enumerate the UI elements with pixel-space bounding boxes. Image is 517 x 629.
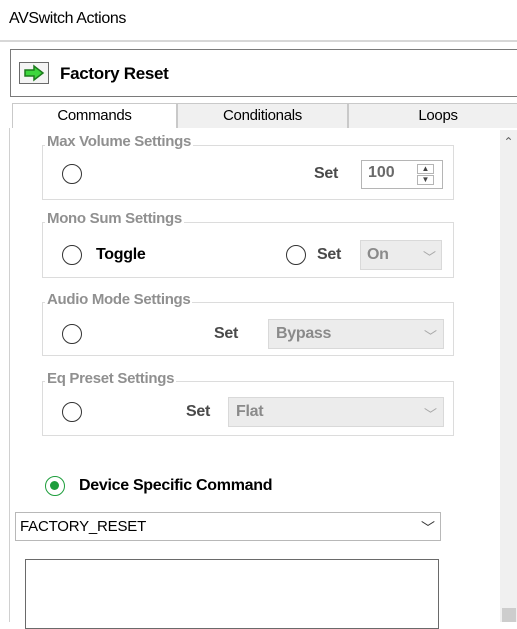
max-volume-set-label: Set xyxy=(314,165,338,182)
green-right-arrow-icon[interactable] xyxy=(19,62,49,84)
device-specific-radio[interactable] xyxy=(45,476,65,496)
spin-down-icon[interactable]: ▼ xyxy=(417,175,434,185)
chevron-down-icon[interactable]: ﹀ xyxy=(421,518,435,538)
mono-sum-set-radio[interactable] xyxy=(286,245,306,265)
action-name: Factory Reset xyxy=(60,64,169,83)
max-volume-legend: Max Volume Settings xyxy=(45,133,194,150)
eq-preset-radio[interactable] xyxy=(62,402,82,422)
radio-selected-dot xyxy=(50,481,59,490)
window-title: AVSwitch Actions xyxy=(9,10,126,27)
tab-conditionals[interactable]: Conditionals xyxy=(177,103,348,129)
eq-preset-set-label: Set xyxy=(186,403,210,420)
max-volume-value: 100 xyxy=(368,164,395,181)
command-parameters-textarea[interactable] xyxy=(25,559,439,629)
title-divider xyxy=(0,40,517,42)
scrollbar-thumb[interactable] xyxy=(502,608,516,622)
chevron-down-icon: ﹀ xyxy=(424,329,438,344)
mono-sum-value: On xyxy=(367,246,389,263)
eq-preset-value: Flat xyxy=(236,403,264,420)
audio-mode-radio[interactable] xyxy=(62,324,82,344)
audio-mode-legend: Audio Mode Settings xyxy=(45,291,193,308)
mono-sum-toggle-label: Toggle xyxy=(96,246,146,263)
tab-loops[interactable]: Loops xyxy=(348,103,517,129)
mono-sum-toggle-radio[interactable] xyxy=(62,245,82,265)
chevron-down-icon: ﹀ xyxy=(423,250,437,265)
max-volume-radio[interactable] xyxy=(62,164,82,184)
mono-sum-set-label: Set xyxy=(317,246,341,263)
chevron-down-icon: ﹀ xyxy=(424,407,438,422)
audio-mode-set-label: Set xyxy=(214,325,238,342)
mono-sum-legend: Mono Sum Settings xyxy=(45,210,184,227)
device-specific-label: Device Specific Command xyxy=(79,477,273,494)
scroll-up-icon[interactable]: ⌃ xyxy=(500,134,517,150)
eq-preset-legend: Eq Preset Settings xyxy=(45,370,177,387)
tab-commands[interactable]: Commands xyxy=(12,103,177,129)
audio-mode-value: Bypass xyxy=(276,325,332,342)
device-command-value: FACTORY_RESET xyxy=(20,518,147,535)
vertical-scrollbar[interactable] xyxy=(500,130,517,622)
spin-up-icon[interactable]: ▲ xyxy=(417,164,434,174)
